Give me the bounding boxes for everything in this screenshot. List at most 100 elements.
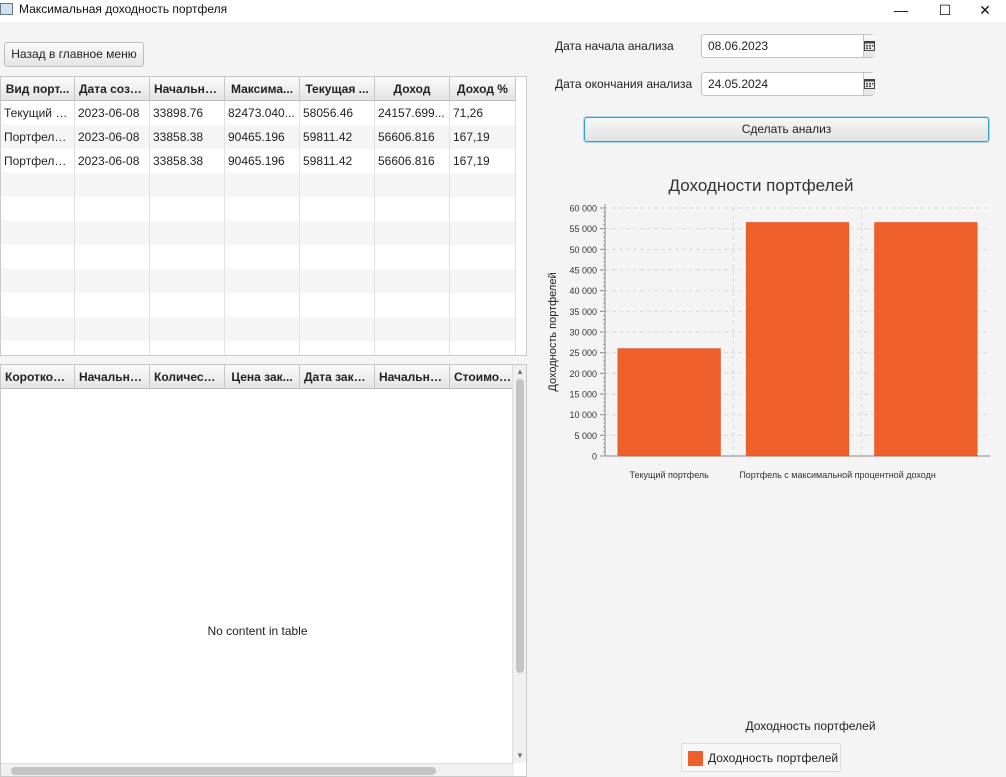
table-cell: [300, 221, 375, 245]
portfolio-column-header[interactable]: Доход: [375, 77, 450, 101]
table-cell: [75, 197, 150, 221]
start-calendar-icon[interactable]: [863, 35, 875, 57]
positions-column-header[interactable]: Дата закр...: [300, 365, 375, 389]
table-cell: 90465.196: [225, 149, 300, 173]
y-axis-title: Доходность портфелей: [547, 272, 559, 391]
table-cell: [150, 341, 225, 355]
back-to-main-menu-button[interactable]: Назад в главное меню: [4, 42, 144, 67]
y-tick-label: 15 000: [569, 390, 597, 400]
window-title: Максимальная доходность портфеля: [19, 2, 228, 16]
table-cell: [1, 197, 75, 221]
table-cell: 33858.38: [150, 125, 225, 149]
legend-swatch: [688, 751, 703, 766]
start-date-picker[interactable]: [701, 34, 875, 58]
empty-table-row: [1, 197, 516, 221]
scroll-down-arrow-icon[interactable]: ▼: [516, 751, 524, 760]
start-date-input[interactable]: [702, 35, 863, 57]
table-cell: 82473.040...: [225, 101, 300, 125]
table-cell: [375, 197, 450, 221]
x-tick-label: Портфель с максимальной процентной доход…: [739, 470, 936, 480]
table-cell: [1, 173, 75, 197]
empty-table-row: [1, 341, 516, 355]
table-cell: [150, 221, 225, 245]
table-cell: [225, 341, 300, 355]
table-cell: [300, 269, 375, 293]
table-cell: [450, 293, 516, 317]
table-cell: [375, 293, 450, 317]
table-cell: [150, 293, 225, 317]
table-cell: [150, 317, 225, 341]
table-cell: [450, 317, 516, 341]
table-cell: [450, 269, 516, 293]
positions-column-header[interactable]: Количество: [150, 365, 225, 389]
x-tick-label: Текущий портфель: [629, 470, 709, 480]
end-date-input[interactable]: [702, 73, 863, 95]
close-button[interactable]: ✕: [962, 0, 1006, 22]
table-cell: [300, 245, 375, 269]
table-row[interactable]: Текущий п... 2023-06-08 33898.76 82473.040.…: [1, 101, 516, 125]
empty-table-row: [1, 269, 516, 293]
portfolio-column-header[interactable]: Вид порт...: [1, 77, 75, 101]
portfolio-column-header[interactable]: Дата созд...: [75, 77, 150, 101]
positions-horizontal-scrollbar[interactable]: [1, 763, 514, 776]
table-cell: 2023-06-08: [75, 125, 150, 149]
minimize-button[interactable]: —: [878, 0, 924, 22]
positions-vertical-scrollbar[interactable]: ▲ ▼: [512, 365, 526, 763]
table-row[interactable]: Портфель ... 2023-06-08 33858.38 90465.196 5…: [1, 125, 516, 149]
positions-column-header[interactable]: Начальна...: [75, 365, 150, 389]
horizontal-scroll-thumb[interactable]: [11, 767, 436, 775]
table-cell: [300, 293, 375, 317]
table-cell: [225, 245, 300, 269]
positions-column-header[interactable]: Начальна...: [375, 365, 450, 389]
positions-column-header[interactable]: Стоимост...: [450, 365, 516, 389]
table-cell: 56606.816: [375, 125, 450, 149]
table-cell: [225, 173, 300, 197]
legend-label: Доходность портфелей: [708, 751, 839, 765]
positions-table[interactable]: Короткое ... Начальна... Количество Цена за…: [0, 364, 527, 777]
table-cell: [150, 269, 225, 293]
y-tick-label: 0: [592, 452, 597, 462]
bar: [874, 222, 978, 457]
end-date-label: Дата окончания анализа: [555, 77, 693, 91]
portfolio-table[interactable]: Вид порт... Дата созд... Начально... Максим…: [0, 76, 527, 356]
bar: [617, 348, 721, 457]
empty-table-message: No content in table: [207, 624, 308, 638]
y-tick-label: 25 000: [569, 348, 597, 358]
positions-column-header[interactable]: Короткое ...: [1, 365, 75, 389]
y-tick-label: 40 000: [569, 286, 597, 296]
table-cell: [375, 173, 450, 197]
empty-table-row: [1, 317, 516, 341]
table-cell: [450, 341, 516, 355]
table-cell: [375, 317, 450, 341]
table-cell: 24157.699...: [375, 101, 450, 125]
table-cell: Портфель ...: [1, 125, 75, 149]
vertical-scroll-thumb[interactable]: [516, 379, 524, 673]
scroll-up-arrow-icon[interactable]: ▲: [516, 367, 524, 376]
table-cell: [375, 221, 450, 245]
table-cell: [75, 221, 150, 245]
positions-column-header[interactable]: Цена зак...: [225, 365, 300, 389]
portfolio-column-header[interactable]: Максима...: [225, 77, 300, 101]
empty-table-row: [1, 221, 516, 245]
end-calendar-icon[interactable]: [863, 73, 875, 95]
table-cell: [1, 269, 75, 293]
start-date-label: Дата начала анализа: [555, 39, 674, 53]
positions-table-header: Короткое ... Начальна... Количество Цена за…: [1, 365, 516, 389]
y-tick-label: 10 000: [569, 410, 597, 420]
table-row[interactable]: Портфель ... 2023-06-08 33858.38 90465.196 5…: [1, 149, 516, 173]
y-tick-label: 55 000: [569, 224, 597, 234]
table-cell: [300, 197, 375, 221]
table-cell: [375, 245, 450, 269]
table-cell: [75, 341, 150, 355]
chart-legend: Доходность портфелей: [681, 743, 841, 772]
portfolio-table-body[interactable]: Текущий п... 2023-06-08 33898.76 82473.040.…: [1, 101, 516, 355]
y-tick-label: 30 000: [569, 328, 597, 338]
table-cell: [150, 173, 225, 197]
run-analysis-button[interactable]: Сделать анализ: [584, 117, 989, 142]
portfolio-column-header[interactable]: Начально...: [150, 77, 225, 101]
portfolio-column-header[interactable]: Доход %: [450, 77, 516, 101]
end-date-picker[interactable]: [701, 72, 875, 96]
y-tick-label: 35 000: [569, 307, 597, 317]
portfolio-column-header[interactable]: Текущая ...: [300, 77, 375, 101]
y-tick-label: 45 000: [569, 266, 597, 276]
